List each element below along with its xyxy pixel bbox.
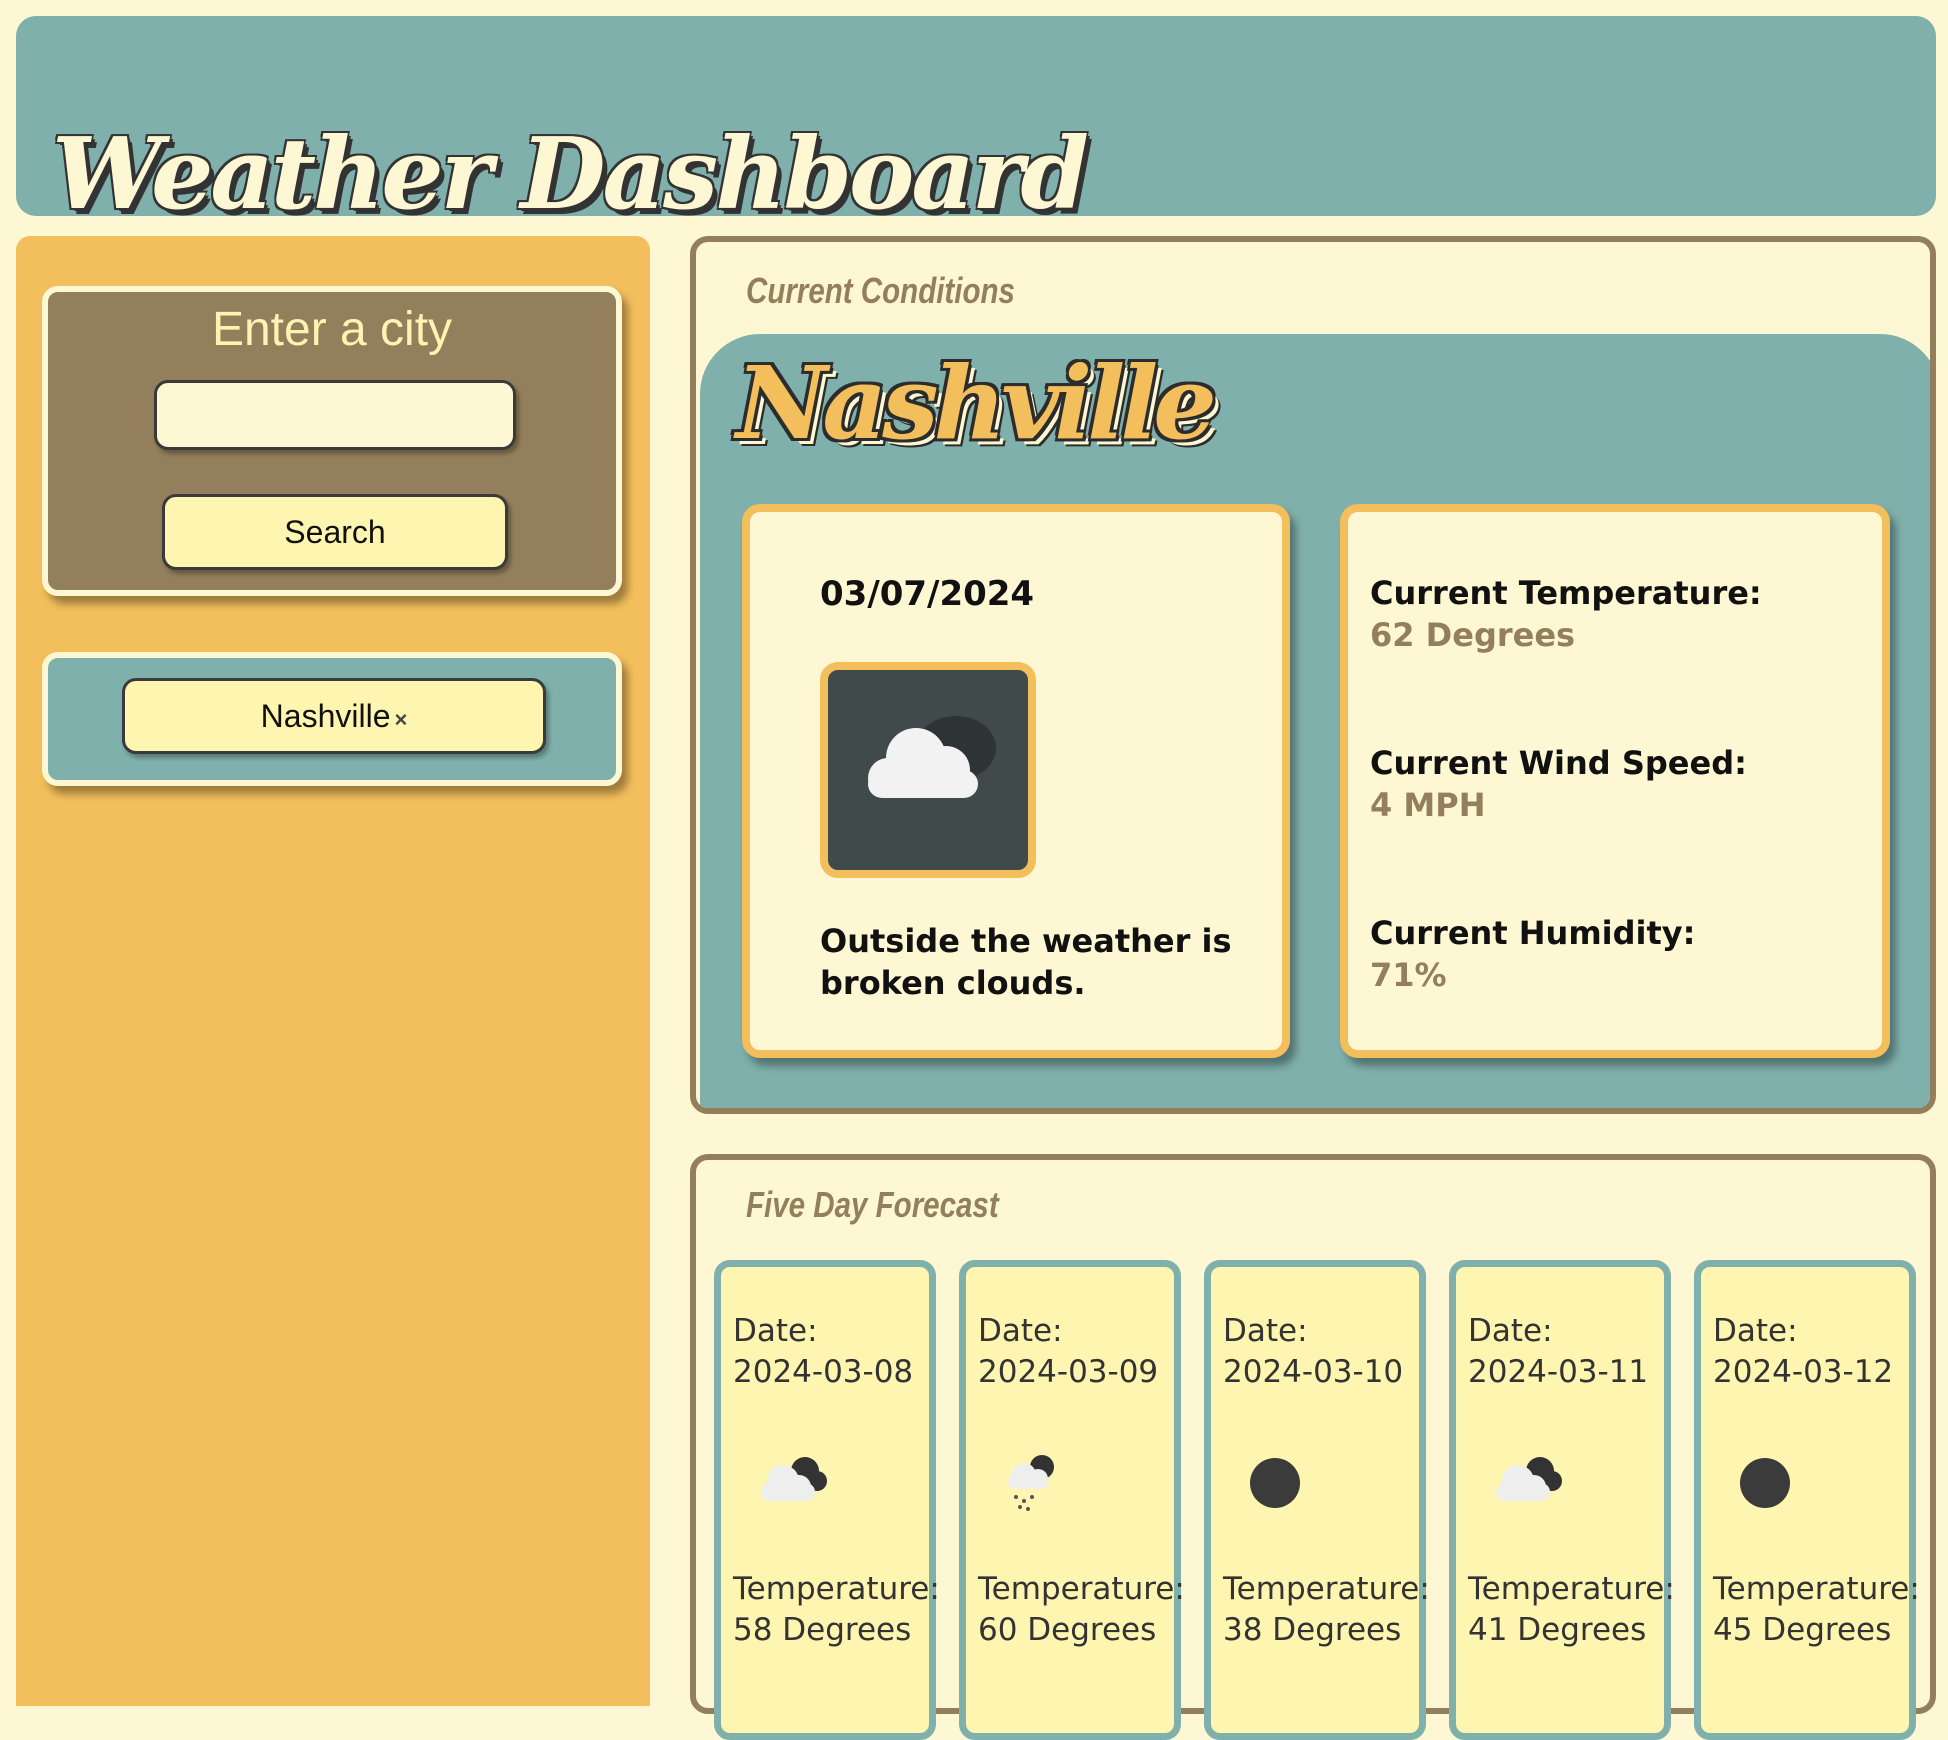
forecast-temp-label: Temperature: (1713, 1571, 1920, 1607)
forecast-date: 2024-03-09 (978, 1354, 1159, 1390)
history-item-label: Nashville (260, 697, 391, 734)
wind-speed-label: Current Wind Speed: (1370, 744, 1747, 782)
forecast-date: 2024-03-11 (1468, 1354, 1649, 1390)
forecast-temp-label: Temperature: (1468, 1571, 1675, 1607)
forecast-day-card: Date: 2024-03-12 Temperature: 45 Degrees (1694, 1260, 1920, 1740)
temperature-label: Current Temperature: (1370, 574, 1762, 612)
broken-clouds-icon (761, 1457, 827, 1501)
forecast-temp: 60 Degrees (978, 1612, 1157, 1648)
clear-night-icon (1250, 1458, 1300, 1508)
forecast-day-card: Date: 2024-03-08 Temperature: 58 Degrees (714, 1260, 940, 1740)
forecast-temp: 45 Degrees (1713, 1612, 1892, 1648)
forecast-temp: 58 Degrees (733, 1612, 912, 1648)
wind-speed-value: 4 MPH (1370, 786, 1486, 824)
forecast-date-label: Date: (733, 1313, 818, 1349)
current-date: 03/07/2024 (820, 574, 1035, 614)
current-day-card: 03/07/2024 Outside the weather is broken… (742, 504, 1290, 1058)
header-banner: Weather Dashboard (16, 16, 1936, 216)
forecast-day-card: Date: 2024-03-11 Temperature: 41 Degrees (1449, 1260, 1675, 1740)
forecast-title: Five Day Forecast (746, 1184, 999, 1225)
history-item-nashville[interactable]: Nashville × (122, 678, 546, 754)
forecast-temp-label: Temperature: (1223, 1571, 1430, 1607)
forecast-day-card: Date: 2024-03-10 Temperature: 38 Degrees (1204, 1260, 1430, 1740)
humidity-label: Current Humidity: (1370, 914, 1696, 952)
five-day-forecast-panel: Five Day Forecast Date: 2024-03-08 Tempe… (690, 1154, 1936, 1740)
forecast-temp: 38 Degrees (1223, 1612, 1402, 1648)
forecast-temp-label: Temperature: (978, 1571, 1185, 1607)
sidebar: Enter a city Search Nashville × (16, 236, 650, 1706)
search-button[interactable]: Search (162, 494, 508, 570)
weather-description: Outside the weather is broken clouds. (820, 922, 1232, 1002)
broken-clouds-icon (820, 662, 1036, 878)
remove-history-icon[interactable]: × (394, 707, 407, 732)
forecast-date-label: Date: (1223, 1313, 1308, 1349)
forecast-temp-label: Temperature: (733, 1571, 940, 1607)
temperature-value: 62 Degrees (1370, 616, 1576, 654)
current-stats-card: Current Temperature: 62 Degrees Current … (1340, 504, 1890, 1058)
search-card: Enter a city Search (42, 286, 622, 596)
forecast-date-label: Date: (1468, 1313, 1553, 1349)
forecast-date: 2024-03-10 (1223, 1354, 1404, 1390)
broken-clouds-icon (1496, 1457, 1562, 1501)
city-name: Nashville (736, 344, 1217, 462)
humidity-value: 71% (1370, 956, 1447, 994)
current-conditions-title: Current Conditions (746, 270, 1015, 311)
forecast-temp: 41 Degrees (1468, 1612, 1647, 1648)
search-title: Enter a city (211, 303, 453, 356)
page-title: Weather Dashboard (52, 117, 1089, 217)
forecast-date: 2024-03-12 (1713, 1354, 1894, 1390)
clear-night-icon (1740, 1458, 1790, 1508)
city-search-input[interactable] (154, 380, 516, 450)
forecast-day-card: Date: 2024-03-09 Temperature: 60 Degrees (959, 1260, 1185, 1740)
forecast-date-label: Date: (978, 1313, 1063, 1349)
forecast-date-label: Date: (1713, 1313, 1798, 1349)
current-conditions-panel: Current Conditions Nashville 03/07/2024 … (690, 236, 1936, 1114)
search-history: Nashville × (42, 652, 622, 786)
rain-icon (1008, 1455, 1054, 1511)
forecast-date: 2024-03-08 (733, 1354, 914, 1390)
current-conditions-body: Nashville 03/07/2024 Outside the weather… (700, 334, 1930, 1108)
